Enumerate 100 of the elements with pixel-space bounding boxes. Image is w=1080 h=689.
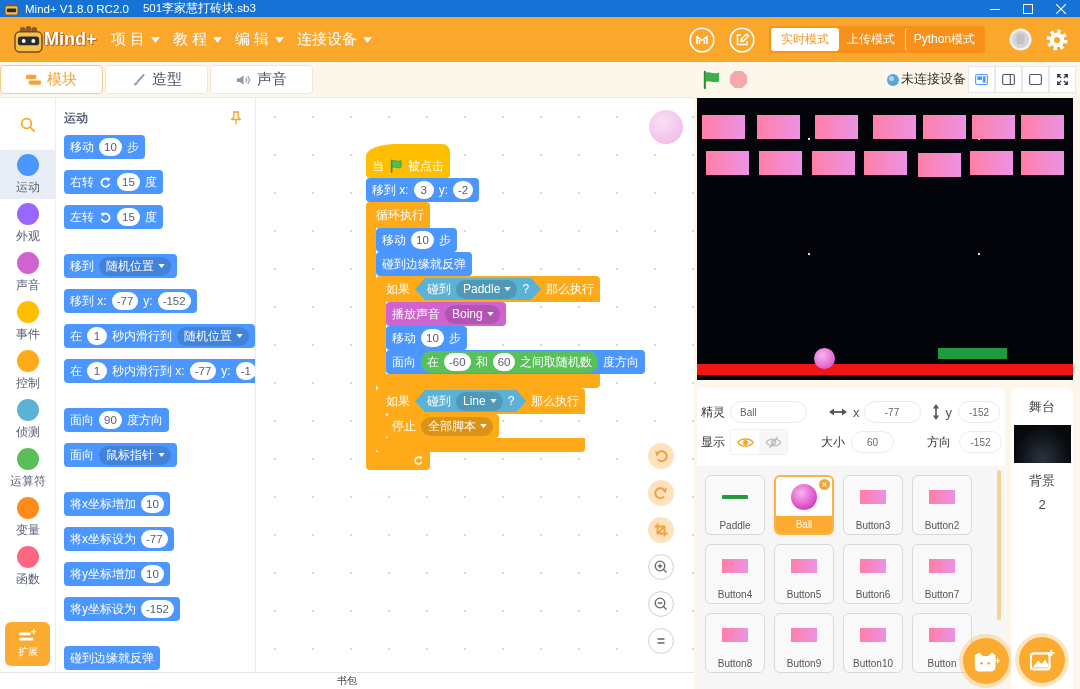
stop-icon[interactable] — [729, 70, 748, 89]
edit-icon[interactable] — [728, 26, 755, 53]
settings-icon[interactable] — [1046, 28, 1068, 51]
code-block[interactable]: 移动 10 步 — [376, 228, 457, 252]
brick — [918, 153, 961, 177]
vertical-arrows-icon — [931, 404, 940, 420]
code-block[interactable]: 右转 15 度 — [64, 170, 163, 194]
chart-icon[interactable] — [688, 26, 715, 53]
category-item[interactable]: 运算符 — [0, 444, 55, 493]
zoom-in-icon[interactable] — [648, 554, 674, 580]
sprite-tile[interactable]: Paddle — [705, 475, 765, 535]
flag-icon[interactable] — [702, 70, 721, 89]
reporter-block[interactable]: 在 -60 和 60 之间取随机数 — [421, 351, 599, 373]
sprite-tile[interactable]: Button9 — [774, 613, 834, 673]
backpack-bar[interactable]: 书包 — [0, 672, 694, 689]
sprite-tile[interactable]: Button7 — [912, 544, 972, 604]
number-input[interactable]: 15 — [117, 173, 140, 191]
code-block[interactable]: 移到 x: 3 y: -2 — [366, 178, 480, 202]
code-block[interactable]: 移动 10 步 — [386, 326, 467, 350]
editor-tab[interactable]: 声音 — [210, 65, 313, 94]
fullscreen-button[interactable] — [1049, 66, 1076, 93]
category-item[interactable]: 外观 — [0, 199, 55, 248]
backdrop-thumbnail[interactable] — [1013, 425, 1071, 463]
category-item[interactable]: 变量 — [0, 493, 55, 542]
add-backdrop-button[interactable] — [1019, 637, 1065, 683]
reset-zoom-icon[interactable] — [648, 628, 674, 654]
avatar-icon[interactable] — [1009, 28, 1032, 51]
hide-button[interactable] — [759, 430, 787, 454]
code-block[interactable]: 在 1 秒内滑行到 x: -77 y: -1 — [64, 359, 255, 383]
sprite-tile[interactable]: Button5 — [774, 544, 834, 604]
number-input[interactable]: 10 — [141, 565, 164, 583]
field-label: 方向 — [927, 433, 951, 451]
code-block[interactable]: 移到 随机位置 — [64, 254, 177, 278]
block-label: 将y坐标增加 — [70, 565, 136, 583]
pin-icon[interactable] — [230, 111, 242, 125]
category-item[interactable]: 侦测 — [0, 395, 55, 444]
sprite-tile[interactable]: Button6 — [843, 544, 903, 604]
dropdown-menu[interactable]: 随机位置 — [177, 326, 249, 346]
code-block[interactable]: 将x坐标设为 -77 — [64, 527, 174, 551]
number-input[interactable]: -152 — [157, 292, 191, 310]
category-item[interactable]: 声音 — [0, 248, 55, 297]
maximize-icon[interactable] — [1023, 3, 1033, 14]
sprite-tile[interactable]: Button3 — [843, 475, 903, 535]
number-input[interactable]: -77 — [141, 530, 168, 548]
layout-button[interactable] — [1022, 66, 1049, 93]
crop-icon[interactable] — [648, 517, 674, 543]
number-input[interactable]: -1 — [235, 362, 255, 380]
sprite-tile[interactable]: Button — [912, 613, 972, 673]
code-block[interactable]: 面向 在 -60 和 60 之间取随机数 度方向 — [386, 350, 646, 374]
number-input[interactable]: -77 — [111, 292, 139, 310]
add-sprite-button[interactable] — [963, 638, 1009, 684]
block-label: 碰到边缘就反弹 — [70, 649, 154, 667]
code-block[interactable]: 播放声音 Boing — [386, 302, 506, 326]
number-input[interactable]: 10 — [141, 495, 164, 513]
number-input[interactable]: 90 — [99, 411, 122, 429]
redo-icon[interactable] — [648, 480, 674, 506]
number-input[interactable]: 1 — [87, 327, 107, 345]
number-input[interactable]: 60 — [492, 353, 516, 371]
code-block[interactable]: 将x坐标增加 10 — [64, 492, 170, 516]
zoom-out-icon[interactable] — [648, 591, 674, 617]
number-input[interactable]: 10 — [421, 329, 444, 347]
close-icon[interactable] — [1056, 3, 1066, 14]
category-item[interactable]: 事件 — [0, 297, 55, 346]
number-input[interactable]: 1 — [87, 362, 107, 380]
undo-icon[interactable] — [648, 443, 674, 469]
number-input[interactable]: -152 — [141, 600, 175, 618]
dropdown-menu[interactable]: Boing — [445, 304, 500, 324]
code-block[interactable]: 移动 10 步 — [64, 135, 145, 159]
category-item[interactable]: 运动 — [0, 150, 55, 199]
code-block[interactable]: 将y坐标增加 10 — [64, 562, 170, 586]
editor-tab[interactable]: 造型 — [105, 65, 208, 94]
loop-block[interactable]: 循环执行 移动 10 步 碰到边缘就反弹 如果 碰到 Paddle ? 那么执行 播放声音 Boing 移动 10 步 面向 在 -60 和 60 之间取随机数 度方向 如果 碰到 Line ? 那么执行 停止 全部脚本 — [366, 202, 646, 470]
code-block[interactable]: 面向 90 度方向 — [64, 408, 169, 432]
block-label: y: — [221, 364, 231, 378]
dropdown-menu[interactable]: 鼠标指针 — [99, 445, 171, 465]
sprite-tile[interactable]: Button2 — [912, 475, 972, 535]
code-block[interactable]: 移到 x: -77 y: -152 — [64, 289, 197, 313]
dropdown-menu[interactable]: 随机位置 — [99, 256, 171, 276]
category-item[interactable]: 控制 — [0, 346, 55, 395]
number-input[interactable]: 10 — [411, 231, 434, 249]
number-input[interactable]: -60 — [444, 353, 471, 371]
number-input[interactable]: 3 — [413, 181, 434, 199]
code-block[interactable]: 左转 15 度 — [64, 205, 163, 229]
code-block[interactable]: 面向 鼠标指针 — [64, 443, 177, 467]
block-label: 在 — [70, 362, 82, 380]
sprite-tile[interactable]: Button4 — [705, 544, 765, 604]
code-block[interactable]: 在 1 秒内滑行到 随机位置 — [64, 324, 255, 348]
number-input[interactable]: 10 — [99, 138, 122, 156]
sprite-tile[interactable]: Button10 — [843, 613, 903, 673]
delete-icon[interactable] — [819, 479, 830, 490]
layout-button[interactable] — [995, 66, 1022, 93]
scrollbar-thumb[interactable] — [997, 470, 1001, 620]
number-input[interactable]: -2 — [453, 181, 474, 199]
code-block[interactable]: 将y坐标设为 -152 — [64, 597, 181, 621]
sprite-tile[interactable]: Button8 — [705, 613, 765, 673]
search-icon[interactable] — [20, 116, 35, 132]
number-input[interactable]: -77 — [189, 362, 217, 380]
category-item[interactable]: 函数 — [0, 542, 55, 591]
app-title: Mind+ V1.8.0 RC2.0 — [25, 2, 129, 15]
number-input[interactable]: 15 — [117, 208, 140, 226]
